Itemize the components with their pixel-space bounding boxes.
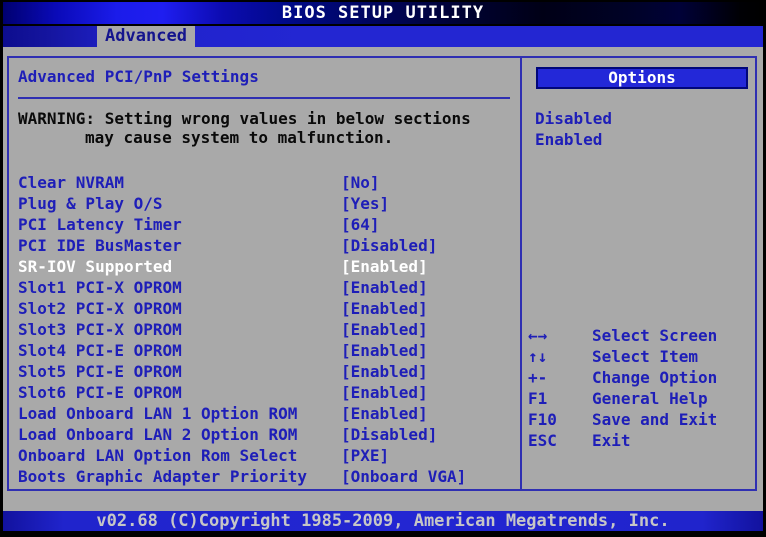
page-title: Advanced PCI/PnP Settings: [18, 69, 259, 85]
main-panel: Advanced PCI/PnP Settings WARNING: Setti…: [7, 56, 757, 491]
setting-label: SR-IOV Supported: [18, 256, 172, 277]
setting-value: [Enabled]: [341, 361, 428, 382]
hotkey-key: ESC: [528, 430, 557, 451]
setting-row[interactable]: Plug & Play O/S [Yes]: [9, 193, 518, 214]
hotkey-action: Exit: [592, 430, 631, 451]
option-item: Disabled: [535, 111, 612, 127]
setting-value: [Enabled]: [341, 340, 428, 361]
options-box-title: Options: [536, 67, 748, 89]
setting-value: [Enabled]: [341, 319, 428, 340]
hotkey-key: F1: [528, 388, 547, 409]
panel-divider: [520, 58, 522, 489]
footer-bar: v02.68 (C)Copyright 1985-2009, American …: [3, 511, 763, 531]
setting-value: [Disabled]: [341, 424, 437, 445]
setting-label: Clear NVRAM: [18, 172, 124, 193]
setting-row[interactable]: SR-IOV Supported [Enabled]: [9, 256, 518, 277]
setting-label: Slot2 PCI-X OPROM: [18, 298, 182, 319]
setting-value: [No]: [341, 172, 380, 193]
hotkey-action: Select Screen: [592, 325, 717, 346]
option-item: Enabled: [535, 132, 602, 148]
hotkey-key: F10: [528, 409, 557, 430]
hotkey-key: +-: [528, 367, 547, 388]
setting-label: Slot1 PCI-X OPROM: [18, 277, 182, 298]
window-title: BIOS SETUP UTILITY: [282, 3, 484, 23]
setting-row[interactable]: Slot2 PCI-X OPROM [Enabled]: [9, 298, 518, 319]
hotkey-action: Save and Exit: [592, 409, 717, 430]
menu-bar: Advanced: [3, 26, 763, 47]
setting-value: [Enabled]: [341, 382, 428, 403]
bios-screen: BIOS SETUP UTILITY Advanced Advanced PCI…: [0, 0, 766, 537]
setting-value: [Onboard VGA]: [341, 466, 466, 487]
title-bar: BIOS SETUP UTILITY: [3, 2, 763, 24]
setting-row[interactable]: PCI IDE BusMaster [Disabled]: [9, 235, 518, 256]
setting-row[interactable]: PCI Latency Timer [64]: [9, 214, 518, 235]
hotkey-action: Change Option: [592, 367, 717, 388]
hotkey-row: ↑↓Select Item: [9, 346, 246, 367]
footer-text: v02.68 (C)Copyright 1985-2009, American …: [96, 511, 669, 531]
hotkey-row: +-Change Option: [9, 367, 246, 388]
setting-value: [Enabled]: [341, 277, 428, 298]
setting-value: [Yes]: [341, 193, 389, 214]
setting-value: [Enabled]: [341, 298, 428, 319]
setting-label: PCI IDE BusMaster: [18, 235, 182, 256]
setting-value: [64]: [341, 214, 380, 235]
setting-row[interactable]: Slot1 PCI-X OPROM [Enabled]: [9, 277, 518, 298]
warning-text-line1: WARNING: Setting wrong values in below s…: [18, 111, 471, 127]
warning-text-line2: may cause system to malfunction.: [85, 130, 393, 146]
setting-label: Boots Graphic Adapter Priority: [18, 466, 307, 487]
setting-value: [Enabled]: [341, 403, 428, 424]
hotkey-row: ←→Select Screen: [9, 325, 246, 346]
setting-label: PCI Latency Timer: [18, 214, 182, 235]
hotkey-row: F10Save and Exit: [9, 409, 246, 430]
hotkey-action: Select Item: [592, 346, 698, 367]
hotkey-key: ←→: [528, 325, 547, 346]
setting-row[interactable]: Clear NVRAM [No]: [9, 172, 518, 193]
hotkey-row: F1General Help: [9, 388, 246, 409]
setting-value: [Disabled]: [341, 235, 437, 256]
setting-label: Plug & Play O/S: [18, 193, 163, 214]
hotkey-row: ESCExit: [9, 430, 246, 451]
heading-separator: [18, 97, 510, 99]
hotkey-action: General Help: [592, 388, 708, 409]
hotkey-key: ↑↓: [528, 346, 547, 367]
tab-advanced[interactable]: Advanced: [97, 26, 195, 47]
setting-row[interactable]: Boots Graphic Adapter Priority [Onboard V…: [9, 466, 518, 487]
setting-value: [Enabled]: [341, 256, 428, 277]
setting-value: [PXE]: [341, 445, 389, 466]
